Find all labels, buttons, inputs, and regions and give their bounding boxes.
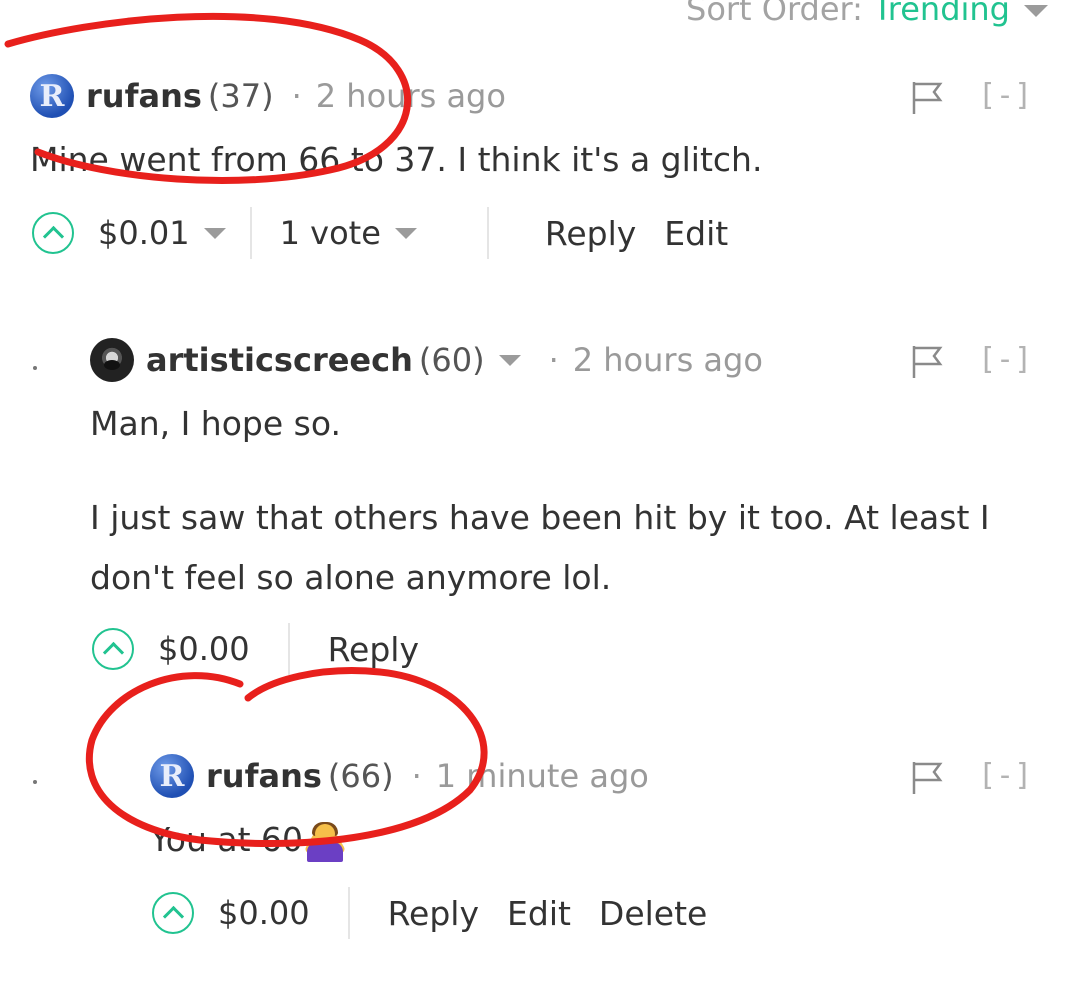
comment-header: R rufans (37) · 2 hours ago — [30, 74, 506, 118]
collapse-toggle[interactable]: [-] — [978, 78, 1032, 113]
chevron-down-icon[interactable] — [394, 227, 417, 239]
delete-button[interactable]: Delete — [599, 894, 707, 933]
divider — [249, 207, 252, 259]
comment-header: R rufans (66) · 1 minute ago — [150, 754, 649, 798]
avatar[interactable]: R — [150, 754, 194, 798]
comment-paragraph: Man, I hope so. — [90, 404, 341, 443]
edit-button[interactable]: Edit — [664, 214, 728, 253]
separator-dot: · — [548, 341, 559, 379]
comment-body: Mine went from 66 to 37. I think it's a … — [30, 140, 763, 179]
upvote-button[interactable] — [32, 212, 74, 254]
divider — [347, 887, 350, 939]
payout-value[interactable]: $0.00 — [218, 894, 310, 932]
separator-dot: · — [291, 77, 302, 115]
payout-value[interactable]: $0.01 — [98, 214, 190, 252]
person-gesturing-no-emoji-icon — [304, 821, 346, 862]
comment-header: artisticscreech (60) · 2 hours ago — [90, 338, 763, 382]
flag-icon[interactable] — [910, 344, 944, 380]
chevron-down-icon[interactable] — [498, 354, 521, 366]
chevron-down-icon[interactable] — [203, 227, 226, 239]
flag-icon[interactable] — [910, 760, 944, 796]
sort-order[interactable]: Sort Order: Trending — [686, 0, 1048, 28]
comment-body: You at 60 — [150, 820, 346, 862]
comment-actions: $0.01 1 vote Reply Edit — [32, 206, 756, 260]
upvote-button[interactable] — [92, 628, 134, 670]
divider — [287, 623, 290, 675]
reply-button[interactable]: Reply — [328, 630, 419, 669]
author-reputation: (60) — [418, 341, 485, 379]
divider — [486, 207, 489, 259]
author-name[interactable]: rufans — [86, 77, 202, 115]
reply-button[interactable]: Reply — [545, 214, 636, 253]
edit-button[interactable]: Edit — [507, 894, 571, 933]
sort-order-label: Sort Order: — [686, 0, 863, 28]
timestamp[interactable]: 1 minute ago — [436, 757, 649, 795]
comment-actions: $0.00 Reply Edit Delete — [152, 886, 735, 940]
author-name[interactable]: artisticscreech — [146, 341, 413, 379]
votes-count[interactable]: 1 vote — [280, 214, 381, 252]
timestamp[interactable]: 2 hours ago — [573, 341, 763, 379]
separator-dot: · — [411, 757, 422, 795]
avatar[interactable]: R — [30, 74, 74, 118]
collapse-toggle[interactable]: [-] — [978, 758, 1032, 793]
payout-value[interactable]: $0.00 — [158, 630, 250, 668]
collapse-toggle[interactable]: [-] — [978, 342, 1032, 377]
thread-bullet — [33, 780, 37, 784]
chevron-down-icon[interactable] — [1023, 5, 1048, 17]
author-name[interactable]: rufans — [206, 757, 322, 795]
comment-paragraph: I just saw that others have been hit by … — [90, 498, 990, 597]
reply-button[interactable]: Reply — [388, 894, 479, 933]
flag-icon[interactable] — [910, 80, 944, 116]
author-reputation: (37) — [207, 77, 274, 115]
upvote-button[interactable] — [152, 892, 194, 934]
comment-body-text: You at 60 — [150, 820, 304, 859]
chevron-up-icon — [42, 225, 64, 247]
avatar[interactable] — [90, 338, 134, 382]
chevron-up-icon — [102, 641, 124, 663]
comment-actions: $0.00 Reply — [92, 622, 447, 676]
timestamp[interactable]: 2 hours ago — [316, 77, 506, 115]
chevron-up-icon — [162, 905, 184, 927]
sort-order-value[interactable]: Trending — [873, 0, 1010, 28]
thread-bullet — [33, 366, 37, 370]
author-reputation: (66) — [327, 757, 394, 795]
